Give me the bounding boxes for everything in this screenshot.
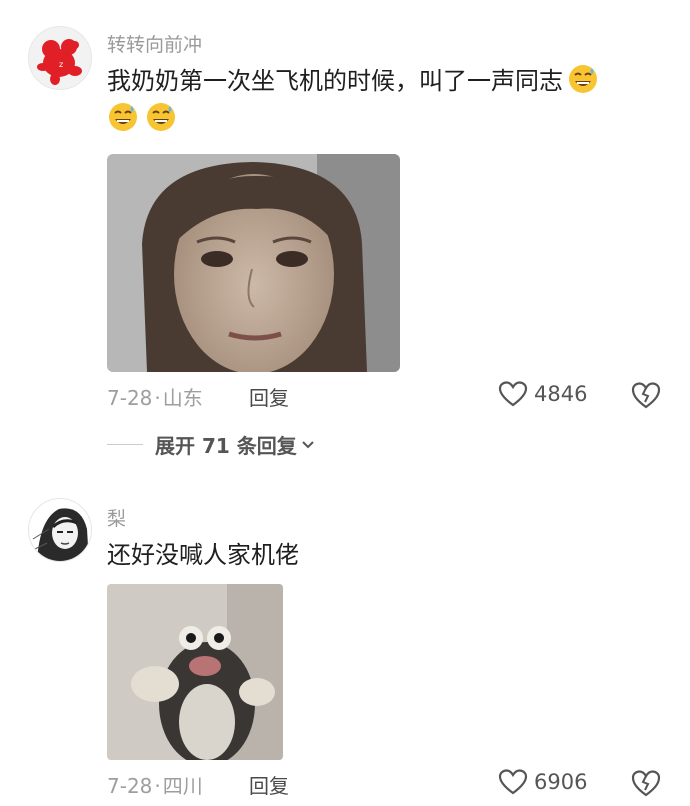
comment-text: 还好没喊人家机佬 xyxy=(107,541,299,569)
username[interactable]: 梨 xyxy=(107,504,126,531)
reply-button[interactable]: 回复 xyxy=(249,770,289,799)
avatar-cartoon-image: z xyxy=(29,27,91,89)
avatar-sketch-image xyxy=(29,499,91,561)
broken-heart-icon[interactable] xyxy=(630,380,662,410)
broken-heart-icon[interactable] xyxy=(630,768,662,798)
comment-date: 7-28 xyxy=(107,774,153,798)
like-count: 6906 xyxy=(534,770,588,794)
username[interactable]: 转转向前冲 xyxy=(107,30,202,57)
expand-divider xyxy=(107,444,143,445)
meta-separator: · xyxy=(154,386,161,410)
grinning-sweat-emoji-icon xyxy=(569,65,597,93)
heart-outline-icon xyxy=(498,381,528,407)
avatar[interactable]: z xyxy=(28,26,92,90)
comment-image[interactable] xyxy=(107,584,283,760)
comment-item: 梨 还好没喊人家机佬 7-28 · 四川 回复 6906 xyxy=(0,470,690,806)
meta-separator: · xyxy=(154,774,161,798)
mole-meme-image xyxy=(107,584,283,760)
chevron-down-icon xyxy=(302,440,314,448)
heart-outline-icon xyxy=(498,769,528,795)
grinning-sweat-emoji-icon xyxy=(109,103,137,131)
like-button[interactable]: 4846 xyxy=(498,380,587,408)
comment-text: 我奶奶第一次坐飞机的时候，叫了一声同志 xyxy=(107,62,652,138)
grinning-sweat-emoji-icon xyxy=(147,103,175,131)
expand-replies-button[interactable]: 展开 71 条回复 xyxy=(107,430,315,459)
comment-body: 我奶奶第一次坐飞机的时候，叫了一声同志 xyxy=(107,67,563,95)
comment-image[interactable] xyxy=(107,154,400,372)
expand-replies-label: 展开 71 条回复 xyxy=(155,434,297,458)
comment-meta: 7-28 · 四川 xyxy=(107,770,203,799)
comment-location: 四川 xyxy=(162,774,203,798)
comment-meta: 7-28 · 山东 xyxy=(107,382,203,411)
svg-text:z: z xyxy=(59,60,63,69)
avatar[interactable] xyxy=(28,498,92,562)
comment-date: 7-28 xyxy=(107,386,153,410)
comment-item: z 转转向前冲 我奶奶第一次坐飞机的时候，叫了一声同志 7-28 · 山东 回复… xyxy=(0,0,690,470)
like-button[interactable]: 6906 xyxy=(498,768,587,796)
reply-button[interactable]: 回复 xyxy=(249,382,289,411)
like-count: 4846 xyxy=(534,382,588,406)
comment-location: 山东 xyxy=(162,386,203,410)
emoji-row xyxy=(107,103,183,133)
face-photo-image xyxy=(107,154,400,372)
